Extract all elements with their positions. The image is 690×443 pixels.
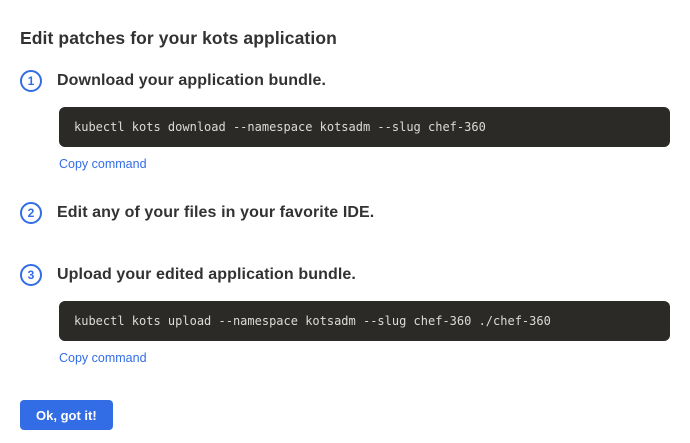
step-download-header: 1 Download your application bundle. [20, 70, 670, 92]
footer: Ok, got it! [20, 400, 670, 430]
copy-download-command-link[interactable]: Copy command [59, 157, 147, 171]
step-1-heading: Download your application bundle. [57, 72, 326, 90]
download-command-snippet: kubectl kots download --namespace kotsad… [59, 107, 670, 147]
edit-patches-view: Edit patches for your kots application 1… [0, 0, 690, 443]
step-upload: 3 Upload your edited application bundle.… [20, 264, 670, 367]
step-2-number-badge: 2 [20, 202, 42, 224]
ok-got-it-button[interactable]: Ok, got it! [20, 400, 113, 430]
step-1-number-badge: 1 [20, 70, 42, 92]
step-download-body: kubectl kots download --namespace kotsad… [59, 107, 670, 173]
step-upload-header: 3 Upload your edited application bundle. [20, 264, 670, 286]
copy-upload-command-link[interactable]: Copy command [59, 351, 147, 365]
step-3-number-badge: 3 [20, 264, 42, 286]
page-title: Edit patches for your kots application [20, 28, 670, 49]
step-3-heading: Upload your edited application bundle. [57, 266, 356, 284]
step-edit: 2 Edit any of your files in your favorit… [20, 202, 670, 224]
step-upload-body: kubectl kots upload --namespace kotsadm … [59, 301, 670, 367]
step-2-heading: Edit any of your files in your favorite … [57, 204, 374, 222]
step-download: 1 Download your application bundle. kube… [20, 70, 670, 173]
step-edit-header: 2 Edit any of your files in your favorit… [20, 202, 670, 224]
upload-command-snippet: kubectl kots upload --namespace kotsadm … [59, 301, 670, 341]
